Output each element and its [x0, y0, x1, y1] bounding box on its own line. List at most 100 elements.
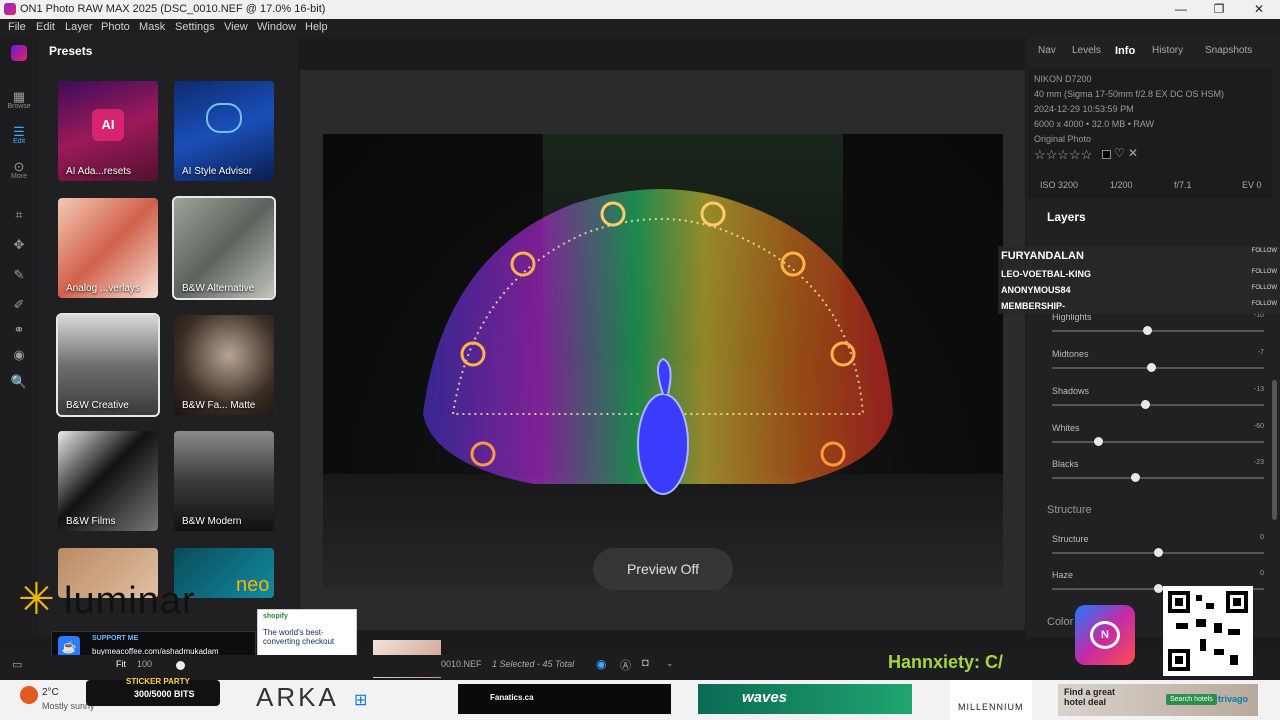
zoom-tool-icon[interactable]: 🔍 — [0, 374, 38, 390]
slider-blacks[interactable]: Blacks -23 — [1052, 459, 1264, 489]
slider-knob[interactable] — [1141, 400, 1150, 409]
menu-layer[interactable]: Layer — [65, 21, 93, 33]
preset-label: AI Style Advisor — [182, 166, 253, 177]
window-title: ON1 Photo RAW MAX 2025 (DSC_0010.NEF @ 1… — [20, 3, 326, 15]
preset-bw-modern[interactable]: B&W Modern — [174, 431, 274, 531]
menu-view[interactable]: View — [224, 21, 248, 33]
support-title: SUPPORT ME — [92, 635, 139, 642]
right-panel-scrollbar[interactable] — [1272, 380, 1277, 520]
menu-edit[interactable]: Edit — [36, 21, 55, 33]
follow-label: FOLLOW — [1251, 248, 1277, 254]
slider-structure[interactable]: Structure 0 — [1052, 534, 1264, 564]
follow-label: FOLLOW — [1251, 301, 1277, 307]
fanatics-ad[interactable]: Fanatics.ca — [458, 684, 671, 714]
tab-nav[interactable]: Nav — [1038, 45, 1056, 56]
preset-analog-overlays[interactable]: Analog ...verlays — [58, 198, 158, 298]
preset-label: Analog ...verlays — [66, 283, 140, 294]
aperture-value: f/7.1 — [1174, 180, 1192, 190]
close-button[interactable]: ✕ — [1240, 0, 1278, 19]
preview-eye-icon[interactable]: ◉ — [596, 657, 606, 671]
zoom-fit[interactable]: Fit — [116, 659, 126, 669]
slider-midtones[interactable]: Midtones -7 — [1052, 349, 1264, 379]
zoom-slider-knob[interactable] — [176, 661, 185, 670]
panel-toggle-icon[interactable]: ▭ — [12, 658, 22, 671]
waves-resort-ad[interactable]: waves — [698, 684, 912, 714]
zoom-level[interactable]: 100 — [137, 659, 152, 669]
preview-off-button[interactable]: Preview Off — [593, 548, 733, 590]
text-tool-icon[interactable]: Ⓐ — [620, 657, 631, 673]
preset-bw-alternative[interactable]: B&W Alternative — [172, 196, 276, 300]
preset-ai-style-advisor[interactable]: AI Style Advisor — [174, 81, 274, 181]
menu-help[interactable]: Help — [305, 21, 328, 33]
color-section-title[interactable]: Color — [1047, 616, 1073, 628]
slider-knob[interactable] — [1131, 473, 1140, 482]
lens-info: 40 mm (Sigma 17-50mm f/2.8 EX DC OS HSM) — [1034, 89, 1225, 99]
chat-user: ANONYMOUS84 — [1001, 285, 1071, 295]
rating-stars[interactable]: ☆☆☆☆☆ — [1034, 147, 1092, 163]
millennium-ad[interactable]: MILLENNIUM — [950, 680, 1032, 720]
shopify-brand: shopify — [263, 613, 288, 620]
preset-bw-creative[interactable]: B&W Creative — [56, 313, 160, 417]
more-button[interactable]: ⊙ More — [0, 159, 38, 180]
retouch-tool-icon[interactable]: ✐ — [0, 297, 38, 313]
weather-icon[interactable] — [20, 686, 38, 704]
preset-label: AI Ada...resets — [66, 166, 132, 177]
photo-kind: Original Photo — [1034, 134, 1092, 144]
edit-button[interactable]: ☰ Edit — [0, 124, 38, 145]
presets-panel: Presets AI AI Ada...resets AI Style Advi… — [38, 37, 327, 637]
slider-knob[interactable] — [1154, 548, 1163, 557]
mask-view-icon[interactable]: ◘ — [642, 657, 649, 669]
slider-knob[interactable] — [1154, 584, 1163, 593]
slider-whites[interactable]: Whites -60 — [1052, 423, 1264, 453]
browse-button[interactable]: ▦ Browse — [0, 89, 38, 110]
preset-ai-adaptive[interactable]: AI AI Ada...resets — [58, 81, 158, 181]
preset-label: B&W Films — [66, 516, 116, 527]
minimize-button[interactable]: — — [1162, 0, 1200, 19]
fingerprint-tool-icon[interactable]: ◉ — [0, 347, 38, 363]
info-panel: NIKON D7200 40 mm (Sigma 17-50mm f/2.8 E… — [1028, 68, 1272, 198]
preset-label: B&W Alternative — [182, 283, 255, 294]
slider-knob[interactable] — [1143, 326, 1152, 335]
menu-file[interactable]: File — [8, 21, 26, 33]
presets-title: Presets — [49, 44, 93, 58]
menu-photo[interactable]: Photo — [101, 21, 130, 33]
main-photo[interactable] — [323, 134, 1003, 587]
reject-icon[interactable]: ✕ — [1128, 146, 1138, 160]
slider-highlights[interactable]: Highlights -10 — [1052, 312, 1264, 342]
slider-knob[interactable] — [1094, 437, 1103, 446]
menu-settings[interactable]: Settings — [175, 21, 215, 33]
crop-tool-icon[interactable]: ⌗ — [0, 207, 38, 223]
menu-window[interactable]: Window — [257, 21, 296, 33]
title-bar: ON1 Photo RAW MAX 2025 (DSC_0010.NEF @ 1… — [0, 0, 1280, 19]
chevron-down-icon[interactable]: ⌄ — [666, 658, 674, 669]
maximize-button[interactable]: ❐ — [1200, 0, 1238, 19]
menu-mask[interactable]: Mask — [139, 21, 165, 33]
chat-user: LEO-VOETBAL-KING — [1001, 269, 1091, 279]
on1-logo-icon — [0, 45, 38, 64]
arka-ad[interactable]: ARKA — [256, 682, 339, 713]
tab-snapshots[interactable]: Snapshots — [1205, 45, 1252, 56]
qr-pattern — [1168, 591, 1248, 671]
tab-history[interactable]: History — [1152, 45, 1183, 56]
tab-info[interactable]: Info — [1115, 45, 1135, 57]
chat-user: MEMBERSHIP- — [1001, 301, 1066, 311]
transform-tool-icon[interactable]: ✥ — [0, 237, 38, 253]
slider-knob[interactable] — [1147, 363, 1156, 372]
shutter-value: 1/200 — [1110, 180, 1133, 190]
structure-section-title[interactable]: Structure — [1047, 504, 1092, 516]
chat-user: FURYANDALAN — [1001, 250, 1084, 262]
slider-shadows[interactable]: Shadows -13 — [1052, 386, 1264, 416]
heart-icon[interactable]: ♡ — [1114, 146, 1125, 160]
trivago-ad[interactable]: Find a great hotel deal Search hotels tr… — [1058, 684, 1258, 716]
qr-code — [1163, 586, 1253, 676]
tab-levels[interactable]: Levels — [1072, 45, 1101, 56]
preset-bw-films[interactable]: B&W Films — [58, 431, 158, 531]
color-label-icon[interactable] — [1102, 150, 1111, 159]
preset-label: B&W Modern — [182, 516, 242, 527]
preset-bw-fade-matte[interactable]: B&W Fa... Matte — [174, 315, 274, 415]
windows-start-icon[interactable]: ⊞ — [354, 690, 367, 710]
grid-icon: ▦ — [12, 89, 26, 104]
clone-tool-icon[interactable]: ⚭ — [0, 322, 38, 338]
brush-tool-icon[interactable]: ✎ — [0, 267, 38, 283]
sliders-icon: ☰ — [13, 124, 25, 139]
